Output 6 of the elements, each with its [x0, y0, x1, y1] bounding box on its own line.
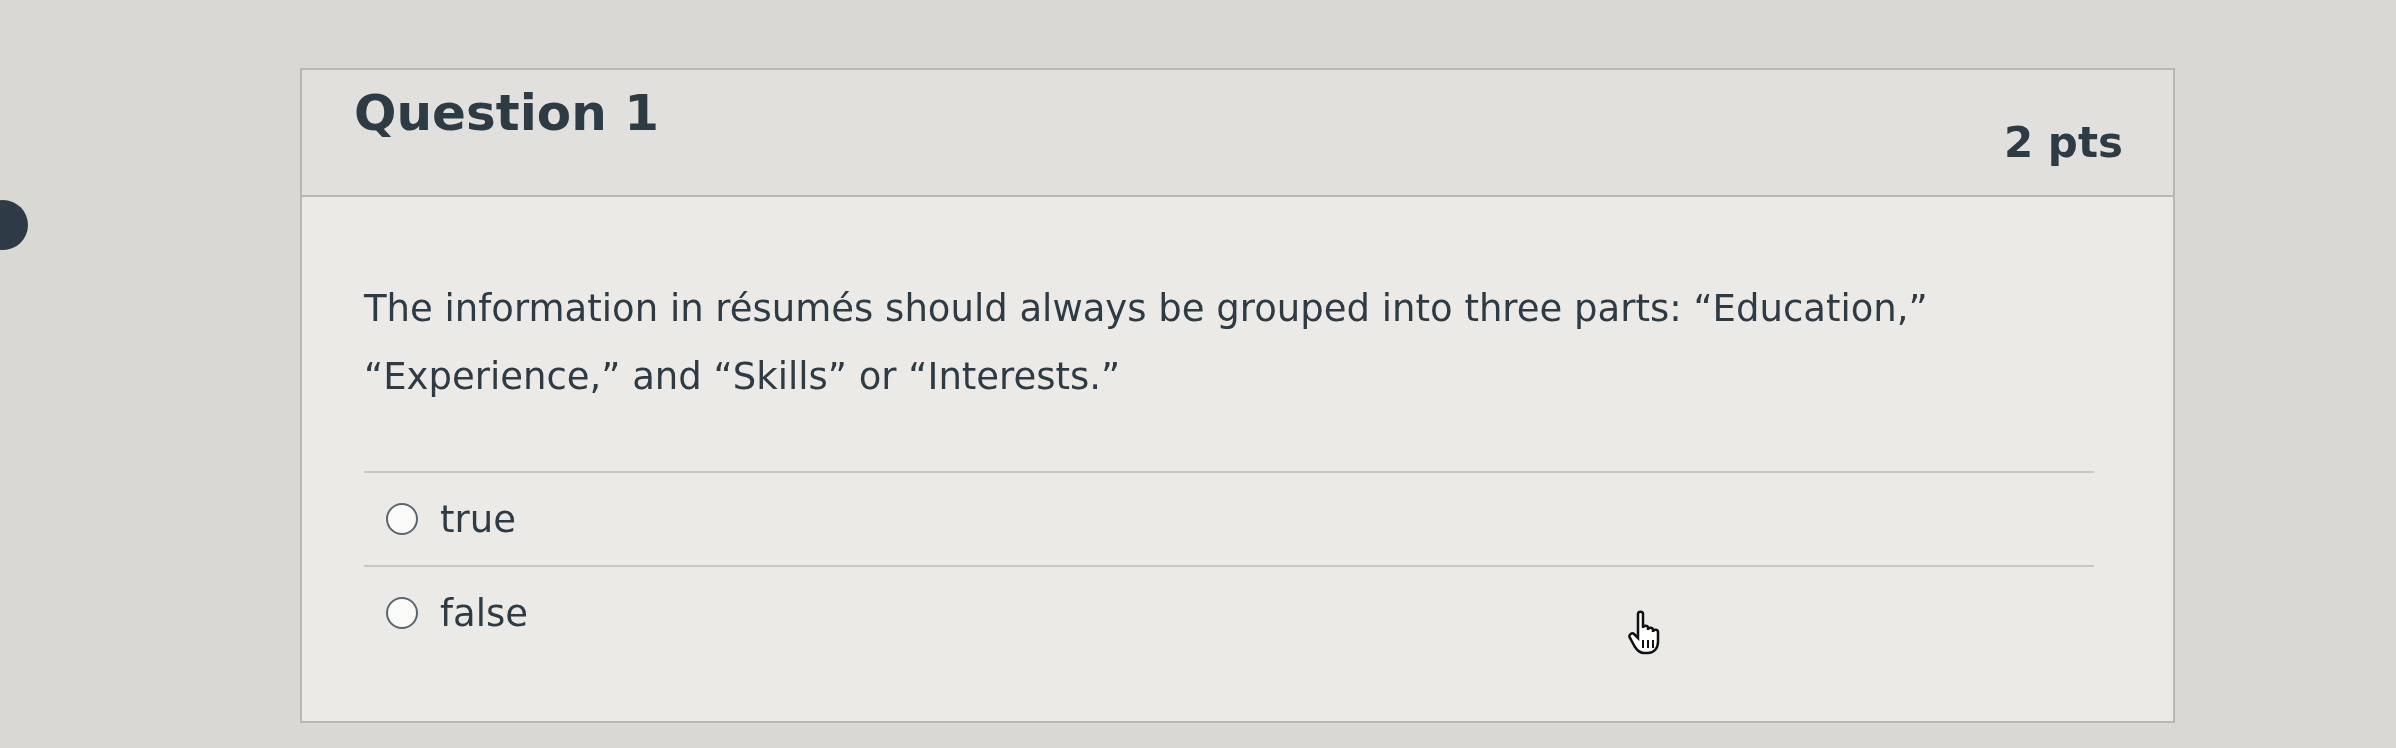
question-text: The information in résumés should always be grouped into three parts: “Education,” “Experience,” and “Skills” or “Interests.”: [364, 286, 1929, 400]
question-title: Question 1: [354, 83, 659, 142]
radio-button[interactable]: [386, 597, 418, 629]
radio-button[interactable]: [386, 503, 418, 535]
question-points: 2 pts: [2004, 118, 2123, 167]
answer-option[interactable]: true: [364, 471, 2094, 565]
